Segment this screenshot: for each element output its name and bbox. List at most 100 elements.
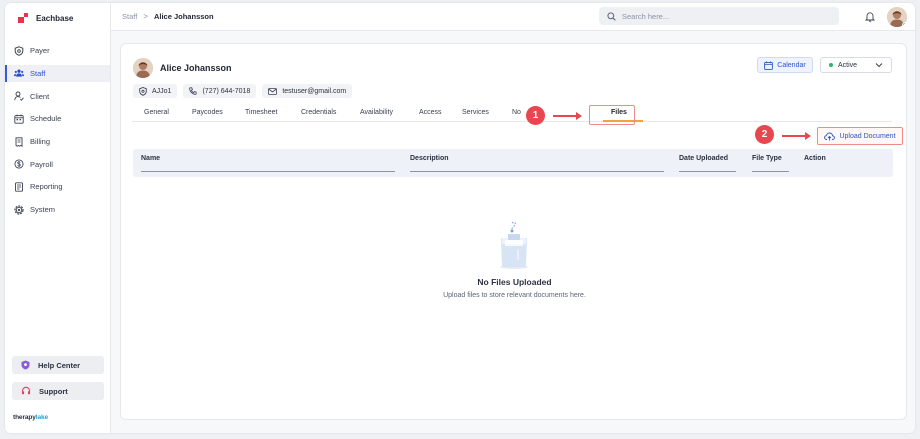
profile-info-chips: AJJo1 (727) 644-7018 testuser@gmail.com — [133, 84, 353, 98]
help-center-button[interactable]: Help Center — [12, 356, 104, 374]
tab-paycodes[interactable]: Paycodes — [192, 109, 223, 116]
column-header-file-type[interactable]: File Type — [752, 155, 782, 162]
column-header-description[interactable]: Description — [410, 155, 449, 162]
profile-tabs: General Paycodes Timesheet Credentials A… — [132, 106, 892, 122]
help-center-icon — [21, 360, 30, 370]
annotation-arrow-1 — [553, 112, 582, 120]
tab-general[interactable]: General — [144, 109, 169, 116]
support-button[interactable]: Support — [12, 382, 104, 400]
sidebar-item-label: Payroll — [30, 159, 53, 169]
sidebar-item-label: Client — [30, 91, 50, 101]
report-icon — [14, 182, 24, 192]
eachbase-logo-icon — [18, 13, 29, 23]
sidebar-item-label: Payer — [30, 46, 50, 56]
mail-icon — [268, 87, 278, 95]
top-bar: Staff > Alice Johansson — [111, 3, 915, 31]
phone-icon — [189, 87, 198, 95]
profile-name: Alice Johansson — [160, 63, 232, 73]
search-icon — [607, 11, 616, 21]
email-address: testuser@gmail.com — [282, 87, 347, 95]
tab-access[interactable]: Access — [419, 109, 442, 116]
sidebar-item-payer[interactable]: Payer — [5, 42, 110, 60]
sidebar-item-system[interactable]: System — [5, 201, 110, 219]
gear-icon — [14, 204, 24, 215]
calendar-icon — [764, 60, 774, 70]
sidebar-item-label: Schedule — [30, 114, 62, 124]
online-status-dot — [902, 22, 907, 27]
annotation-arrow-2 — [782, 132, 811, 140]
users-icon — [14, 68, 24, 78]
calendar-icon — [14, 114, 24, 124]
column-divider — [410, 171, 664, 172]
support-label: Support — [39, 386, 68, 396]
headset-icon — [21, 386, 31, 395]
shield-icon — [14, 46, 24, 56]
sidebar-item-billing[interactable]: Billing — [5, 133, 110, 151]
help-center-label: Help Center — [38, 360, 81, 370]
email-chip[interactable]: testuser@gmail.com — [262, 84, 353, 98]
tab-credentials[interactable]: Credentials — [301, 109, 336, 116]
empty-folder-illustration — [496, 220, 532, 272]
tab-availability[interactable]: Availability — [360, 109, 393, 116]
calendar-button[interactable]: Calendar — [757, 57, 813, 73]
phone-number: (727) 644-7018 — [202, 87, 251, 95]
footer-logo-a: therapy — [13, 414, 36, 421]
payroll-icon — [14, 159, 24, 169]
sidebar-item-label: Staff — [30, 68, 46, 78]
sidebar-nav: Payer Staff Client Schedule Billing Payr… — [5, 42, 110, 224]
sidebar-item-label: Reporting — [30, 182, 63, 192]
brand-name: Eachbase — [36, 13, 74, 23]
staff-id-chip: AJJo1 — [133, 84, 178, 98]
column-header-name[interactable]: Name — [141, 155, 160, 162]
column-header-date-uploaded[interactable]: Date Uploaded — [679, 155, 728, 162]
app-window: Eachbase Payer Staff Client Schedule Bil… — [5, 3, 915, 433]
tab-timesheet[interactable]: Timesheet — [245, 109, 277, 116]
breadcrumb-staff[interactable]: Staff — [122, 12, 137, 21]
phone-chip[interactable]: (727) 644-7018 — [183, 84, 257, 98]
status-value: Active — [838, 61, 858, 69]
sidebar: Eachbase Payer Staff Client Schedule Bil… — [5, 3, 111, 433]
annotation-marker-1: 1 — [526, 106, 545, 125]
user-avatar[interactable] — [887, 7, 907, 27]
search-input[interactable] — [622, 11, 822, 21]
search-box[interactable] — [599, 7, 839, 25]
breadcrumb-separator: > — [143, 12, 148, 21]
annotation-marker-2: 2 — [755, 125, 774, 144]
sidebar-item-label: System — [30, 205, 56, 215]
staff-id: AJJo1 — [152, 87, 172, 95]
status-select[interactable]: Active — [820, 57, 892, 73]
staff-profile-card: Alice Johansson AJJo1 (727) 644-7018 tes… — [120, 43, 907, 420]
upload-document-label: Upload Document — [839, 132, 896, 140]
cloud-upload-icon — [824, 132, 836, 140]
brand[interactable]: Eachbase — [18, 12, 73, 24]
empty-state-title: No Files Uploaded — [477, 277, 552, 287]
profile-avatar — [133, 58, 153, 78]
id-shield-icon — [139, 86, 147, 96]
tab-services[interactable]: Services — [462, 109, 489, 116]
column-divider — [141, 171, 395, 172]
chevron-down-icon — [875, 63, 883, 68]
sidebar-item-label: Billing — [30, 137, 51, 146]
status-dot — [829, 63, 833, 67]
column-divider — [679, 171, 736, 172]
sidebar-item-reporting[interactable]: Reporting — [5, 178, 110, 196]
upload-document-button[interactable]: Upload Document — [817, 127, 903, 145]
files-table-header: Name Description Date Uploaded File Type… — [133, 149, 893, 177]
client-icon — [14, 91, 24, 101]
therapylake-logo: therapylake — [13, 414, 48, 421]
footer-logo-b: lake — [35, 414, 49, 421]
column-header-action: Action — [804, 155, 826, 162]
empty-state-subtitle: Upload files to store relevant documents… — [443, 292, 586, 299]
breadcrumb: Staff > Alice Johansson — [122, 12, 214, 21]
sidebar-item-payroll[interactable]: Payroll — [5, 155, 110, 173]
sidebar-item-staff[interactable]: Staff — [5, 64, 110, 83]
files-tab-highlight — [589, 105, 635, 125]
column-divider — [752, 171, 789, 172]
sidebar-item-schedule[interactable]: Schedule — [5, 110, 110, 128]
tab-notes[interactable]: No — [512, 109, 521, 116]
sidebar-item-client[interactable]: Client — [5, 87, 110, 105]
breadcrumb-current: Alice Johansson — [153, 12, 214, 21]
bell-icon[interactable] — [864, 11, 876, 24]
calendar-label: Calendar — [777, 61, 806, 69]
billing-icon — [14, 136, 24, 147]
